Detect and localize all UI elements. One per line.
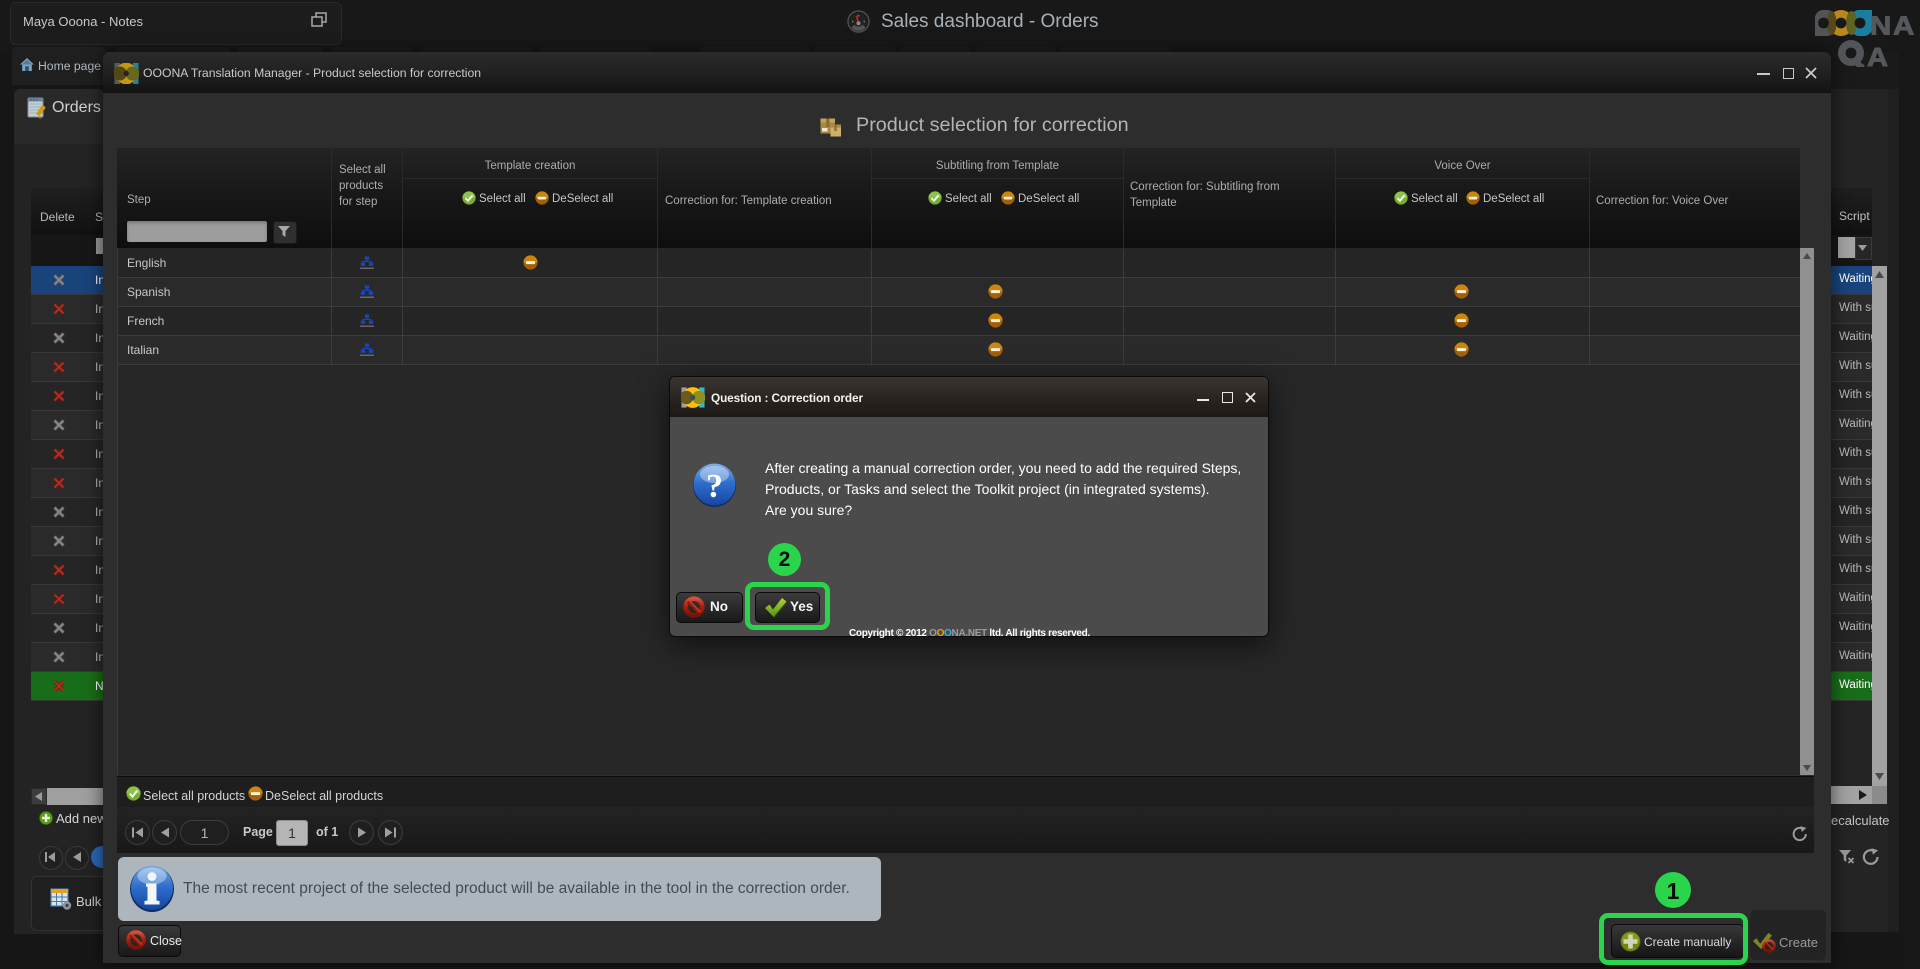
svg-text:A: A [1867,42,1888,67]
svg-text:NA: NA [1870,11,1916,41]
svg-text:?: ? [706,468,723,505]
